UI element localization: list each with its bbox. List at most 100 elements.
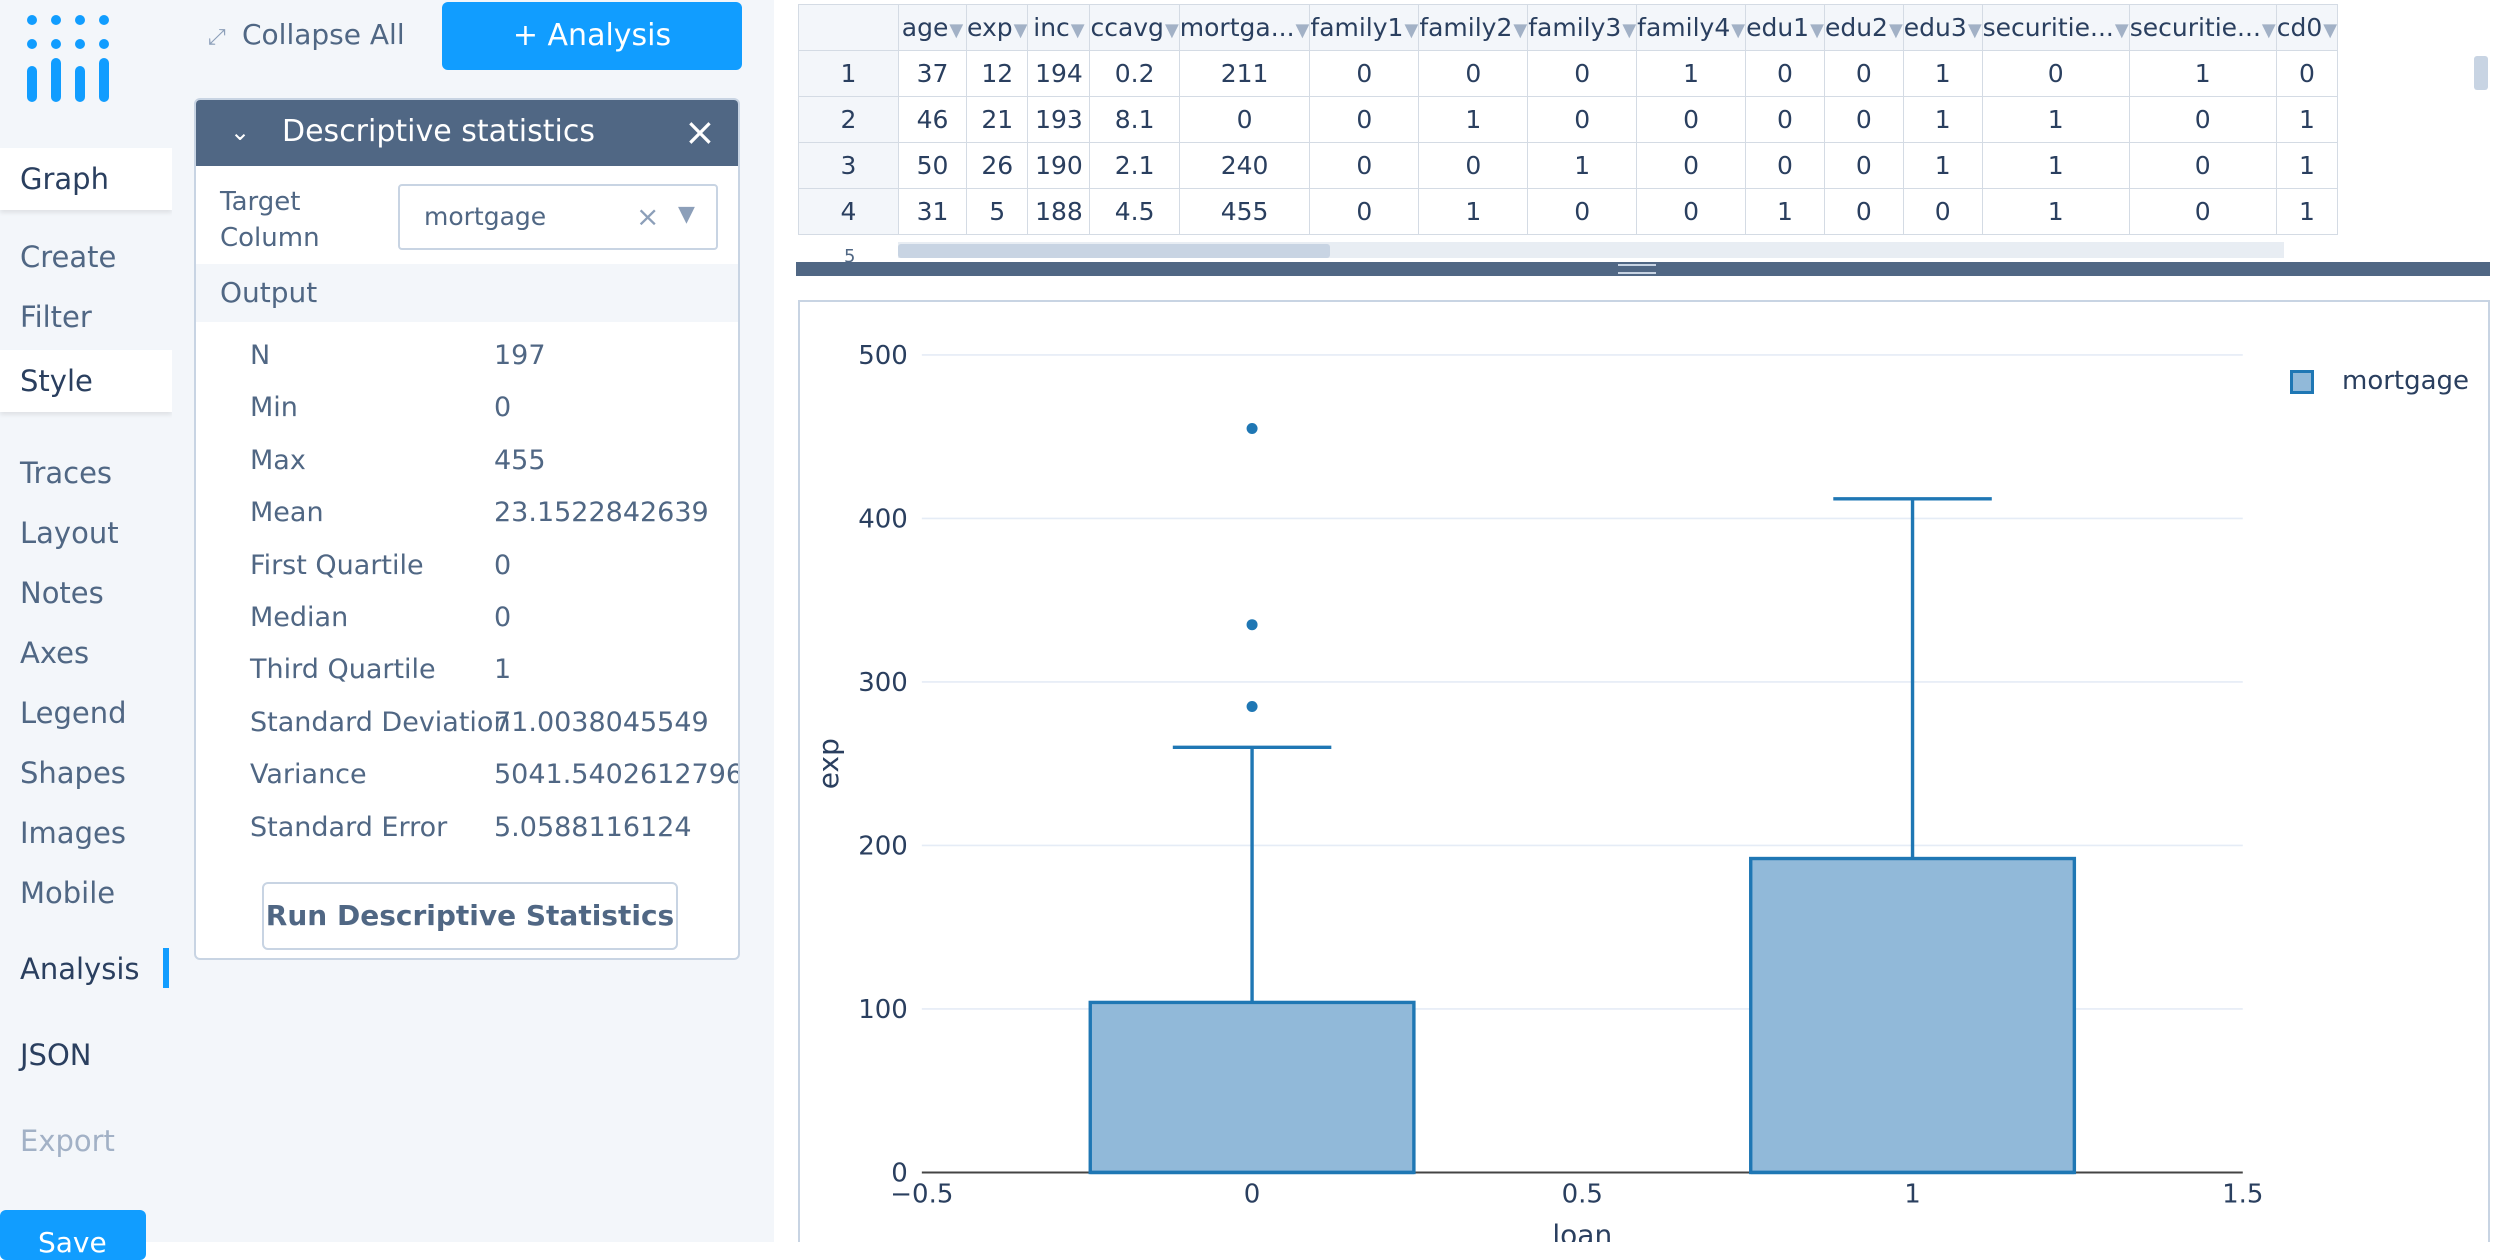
card-header[interactable]: ⌄ Descriptive statistics × <box>196 100 738 166</box>
table-cell[interactable]: 8.1 <box>1089 96 1180 143</box>
column-header[interactable]: family1▼ <box>1309 4 1420 51</box>
table-cell[interactable]: 0 <box>1823 50 1904 97</box>
filter-icon[interactable]: ▼ <box>1731 20 1744 41</box>
nav-item-traces[interactable]: Traces <box>20 456 112 490</box>
table-cell[interactable]: 0 <box>1418 142 1529 189</box>
table-cell[interactable]: 0 <box>1527 96 1638 143</box>
add-analysis-button[interactable]: + Analysis <box>442 2 742 70</box>
column-header[interactable]: family2▼ <box>1418 4 1529 51</box>
table-cell[interactable]: 2.1 <box>1089 142 1180 189</box>
table-cell[interactable]: 0 <box>1418 50 1529 97</box>
vertical-scrollbar-thumb[interactable] <box>2474 56 2488 90</box>
nav-item-filter[interactable]: Filter <box>20 300 92 334</box>
table-cell[interactable]: 26 <box>965 142 1029 189</box>
chevron-down-icon[interactable]: ⌄ <box>230 118 250 146</box>
table-cell[interactable]: 0 <box>1823 96 1904 143</box>
close-icon[interactable]: × <box>684 110 716 154</box>
table-cell[interactable]: 0 <box>1309 142 1420 189</box>
row-number[interactable]: 2 <box>798 96 899 143</box>
table-cell[interactable]: 0 <box>2128 142 2277 189</box>
clear-icon[interactable]: × <box>636 200 659 233</box>
table-cell[interactable]: 0 <box>1823 188 1904 235</box>
nav-item-json[interactable]: JSON <box>20 1038 91 1072</box>
table-cell[interactable]: 1 <box>1981 96 2130 143</box>
table-cell[interactable]: 4.5 <box>1089 188 1180 235</box>
table-cell[interactable]: 12 <box>965 50 1029 97</box>
column-header[interactable]: family3▼ <box>1527 4 1638 51</box>
filter-icon[interactable]: ▼ <box>1404 20 1417 41</box>
table-cell[interactable]: 1 <box>1902 96 1983 143</box>
column-header[interactable]: cd0▼ <box>2275 4 2339 51</box>
table-cell[interactable]: 0 <box>1178 96 1311 143</box>
table-cell[interactable]: 5 <box>965 188 1029 235</box>
table-cell[interactable]: 0 <box>1981 50 2130 97</box>
nav-item-axes[interactable]: Axes <box>20 636 89 670</box>
table-cell[interactable]: 188 <box>1027 188 1091 235</box>
table-cell[interactable]: 1 <box>2275 96 2339 143</box>
filter-icon[interactable]: ▼ <box>2115 20 2128 41</box>
outlier-point[interactable] <box>1246 422 1258 434</box>
splitter-grip-icon[interactable] <box>1618 264 1656 274</box>
table-cell[interactable]: 0 <box>1745 96 1825 143</box>
nav-group-style[interactable]: Style <box>0 350 172 412</box>
box-body[interactable] <box>1749 856 2077 1175</box>
table-cell[interactable]: 0 <box>1527 50 1638 97</box>
nav-item-analysis[interactable]: Analysis <box>20 952 139 986</box>
column-header[interactable]: age▼ <box>898 4 967 51</box>
nav-group-graph[interactable]: Graph <box>0 148 172 210</box>
nav-item-mobile[interactable]: Mobile <box>20 876 115 910</box>
table-cell[interactable]: 193 <box>1027 96 1091 143</box>
table-cell[interactable]: 46 <box>898 96 967 143</box>
table-cell[interactable]: 1 <box>2128 50 2277 97</box>
row-number[interactable]: 3 <box>798 142 899 189</box>
table-cell[interactable]: 190 <box>1027 142 1091 189</box>
table-cell[interactable]: 194 <box>1027 50 1091 97</box>
column-header[interactable]: securitie...▼ <box>1981 4 2130 51</box>
column-header[interactable]: securitie...▼ <box>2128 4 2277 51</box>
filter-icon[interactable]: ▼ <box>1296 20 1309 41</box>
nav-item-images[interactable]: Images <box>20 816 126 850</box>
table-cell[interactable]: 455 <box>1178 188 1311 235</box>
column-header[interactable]: edu2▼ <box>1823 4 1904 51</box>
table-cell[interactable]: 0.2 <box>1089 50 1180 97</box>
column-header[interactable]: edu3▼ <box>1902 4 1983 51</box>
table-cell[interactable]: 50 <box>898 142 967 189</box>
table-cell[interactable]: 0 <box>2128 96 2277 143</box>
nav-item-shapes[interactable]: Shapes <box>20 756 126 790</box>
table-cell[interactable]: 0 <box>1636 142 1747 189</box>
column-header[interactable]: exp▼ <box>965 4 1029 51</box>
table-cell[interactable]: 0 <box>1745 142 1825 189</box>
horizontal-scrollbar-thumb[interactable] <box>898 244 1330 258</box>
filter-icon[interactable]: ▼ <box>1622 20 1635 41</box>
table-cell[interactable]: 1 <box>1745 188 1825 235</box>
nav-item-layout[interactable]: Layout <box>20 516 119 550</box>
nav-item-export[interactable]: Export <box>20 1124 115 1158</box>
filter-icon[interactable]: ▼ <box>1513 20 1526 41</box>
outlier-point[interactable] <box>1246 700 1258 712</box>
table-cell[interactable]: 1 <box>2275 142 2339 189</box>
filter-icon[interactable]: ▼ <box>1810 20 1823 41</box>
nav-item-notes[interactable]: Notes <box>20 576 104 610</box>
filter-icon[interactable]: ▼ <box>949 20 963 41</box>
nav-item-legend[interactable]: Legend <box>20 696 127 730</box>
run-descriptive-statistics-button[interactable]: Run Descriptive Statistics <box>262 882 678 950</box>
table-cell[interactable]: 0 <box>1309 96 1420 143</box>
table-cell[interactable]: 0 <box>1636 188 1747 235</box>
table-cell[interactable]: 0 <box>1309 50 1420 97</box>
column-header[interactable]: edu1▼ <box>1745 4 1825 51</box>
collapse-all-button[interactable]: ⤢ Collapse All <box>208 18 405 51</box>
table-cell[interactable]: 1 <box>1418 96 1529 143</box>
column-header[interactable]: ccavg▼ <box>1089 4 1180 51</box>
filter-icon[interactable]: ▼ <box>1165 20 1178 41</box>
filter-icon[interactable]: ▼ <box>1968 20 1981 41</box>
table-cell[interactable]: 1 <box>1902 142 1983 189</box>
table-cell[interactable]: 1 <box>1636 50 1747 97</box>
table-cell[interactable]: 1 <box>2275 188 2339 235</box>
table-cell[interactable]: 1 <box>1981 142 2130 189</box>
table-cell[interactable]: 0 <box>1309 188 1420 235</box>
nav-item-create[interactable]: Create <box>20 240 116 274</box>
row-number[interactable]: 1 <box>798 50 899 97</box>
pane-splitter[interactable] <box>796 262 2490 276</box>
filter-icon[interactable]: ▼ <box>1071 20 1085 41</box>
column-header[interactable]: mortga...▼ <box>1178 4 1311 51</box>
